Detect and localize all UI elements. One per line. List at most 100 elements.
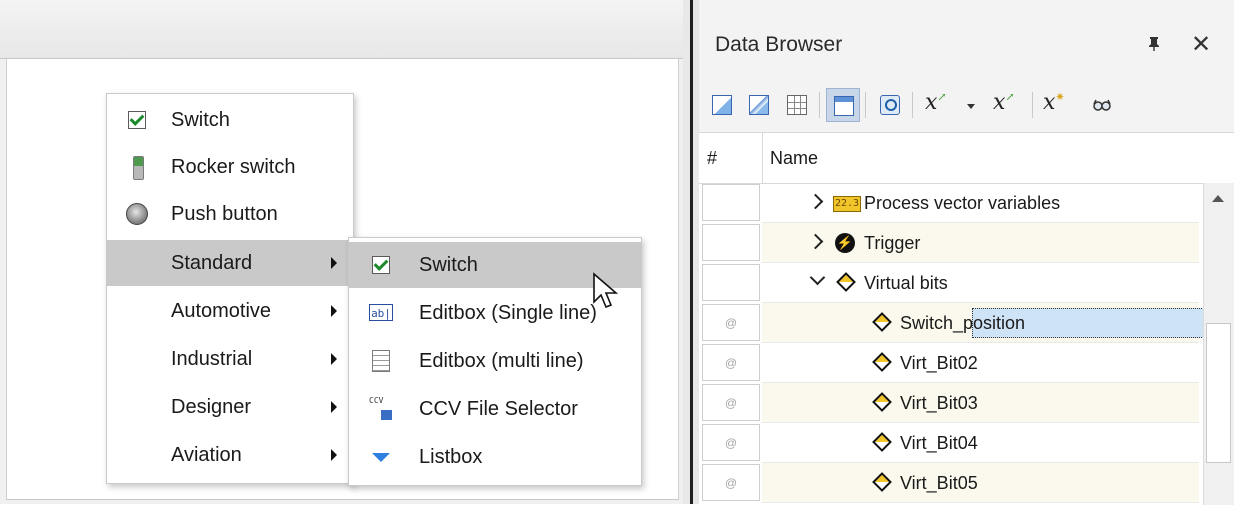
splitter-line [690, 0, 693, 504]
virtual-bit-icon [872, 312, 894, 334]
virtual-bit-icon [836, 272, 858, 294]
editbox-single-icon: ab| [369, 301, 393, 325]
column-header-number[interactable]: # [707, 148, 717, 169]
toolbar-separator [819, 92, 820, 118]
ccv-file-icon: CCV [369, 397, 393, 421]
rocker-switch-icon [125, 155, 149, 180]
menu-item-automotive[interactable]: Automotive [107, 288, 353, 334]
menu-item-label: Industrial [171, 347, 253, 370]
push-button-icon [125, 202, 149, 226]
toolbar-separator [865, 92, 866, 118]
tree-row-virtual-bits[interactable]: Virtual bits [699, 263, 1199, 303]
tree-row-virt-bit05[interactable]: @ Virt_Bit05 [699, 463, 1199, 503]
formula-new-icon: x✷ [1043, 90, 1065, 115]
menu-item-label: Push button [171, 202, 278, 225]
view-icon [834, 96, 854, 116]
tree-item-label: Trigger [864, 233, 921, 253]
expand-chevron-icon[interactable] [807, 193, 824, 210]
pin-icon[interactable] [1147, 36, 1161, 57]
row-number-cell [702, 264, 760, 301]
submenu-item-label: Listbox [419, 445, 483, 468]
row-number-cell: @ [702, 384, 760, 421]
curve-window-multi-icon [749, 95, 769, 115]
data-browser-panel: Data Browser ✕ x↗ x↗ x✷ # Name 22.3 Proc… [699, 0, 1234, 505]
submenu-item-editbox-multi[interactable]: Editbox (multi line) [349, 338, 641, 384]
menu-item-switch[interactable]: Switch [107, 97, 353, 143]
vertical-scrollbar[interactable] [1203, 183, 1234, 505]
menu-item-label: Rocker switch [171, 155, 296, 178]
glasses-button[interactable] [1085, 88, 1119, 122]
row-name-cell: Virtual bits [762, 263, 1199, 303]
row-name-cell: Virt_Bit02 [762, 343, 1199, 383]
expand-chevron-icon[interactable] [807, 233, 824, 250]
row-name-cell: Virt_Bit04 [762, 423, 1199, 463]
row-number-cell: @ [702, 344, 760, 381]
menu-item-industrial[interactable]: Industrial [107, 336, 353, 382]
tree-row-virt-bit02[interactable]: @ Virt_Bit02 [699, 343, 1199, 383]
row-name-cell: Virt_Bit03 [762, 383, 1199, 423]
submenu-arrow-icon [331, 353, 337, 365]
tree-item-label: Process vector variables [864, 193, 1061, 213]
menu-item-designer[interactable]: Designer [107, 384, 353, 430]
formula-add-icon: x↗ [925, 90, 947, 115]
tree-row-virt-bit04[interactable]: @ Virt_Bit04 [699, 423, 1199, 463]
row-name-cell: Switch_position [762, 303, 1234, 343]
table-icon [787, 95, 807, 115]
curve-window-multi-button[interactable] [742, 88, 776, 122]
virtual-bit-icon [872, 472, 894, 494]
formula-new-button[interactable]: x✷ [1039, 88, 1073, 122]
tree-row-virt-bit03[interactable]: @ Virt_Bit03 [699, 383, 1199, 423]
row-number-cell: @ [702, 304, 760, 341]
formula-edit-icon: x↗ [993, 90, 1015, 115]
collapse-chevron-icon[interactable] [809, 269, 826, 286]
submenu-arrow-icon [331, 401, 337, 413]
tree-row-process-vector[interactable]: 22.3 Process vector variables [699, 183, 1199, 223]
column-divider[interactable] [762, 133, 763, 183]
checkbox-checked-icon [125, 108, 149, 132]
submenu-item-label: Editbox (Single line) [419, 301, 597, 324]
formula-add-button[interactable]: x↗ [921, 88, 977, 122]
menu-item-label: Aviation [171, 443, 242, 466]
grid-header: # Name [699, 133, 1234, 184]
close-icon[interactable]: ✕ [1191, 30, 1211, 59]
menu-item-push-button[interactable]: Push button [107, 191, 353, 237]
row-number-cell [702, 224, 760, 261]
submenu-item-label: CCV File Selector [419, 397, 578, 420]
data-browser-toolbar: x↗ x↗ x✷ [699, 80, 1234, 132]
listbox-icon [369, 445, 393, 469]
tree-row-switch-position[interactable]: @ Switch_position [699, 303, 1234, 343]
glasses-icon [1093, 99, 1111, 111]
trigger-icon: ⚡ [835, 233, 855, 253]
menu-item-label: Designer [171, 395, 252, 418]
scrollbar-thumb[interactable] [1206, 323, 1231, 463]
row-name-cell: ⚡ Trigger [762, 223, 1199, 263]
tree-row-trigger[interactable]: ⚡ Trigger [699, 223, 1199, 263]
toolbar-separator [912, 92, 913, 118]
curve-window-button[interactable] [705, 88, 739, 122]
tree-item-label: Virtual bits [864, 273, 948, 293]
variables-tree-grid: # Name 22.3 Process vector variables ⚡ T… [699, 132, 1234, 505]
search-button[interactable] [873, 88, 907, 122]
pane-splitter[interactable] [683, 0, 699, 504]
submenu-arrow-icon [331, 305, 337, 317]
menu-item-standard[interactable]: Standard [107, 240, 353, 286]
search-icon [880, 95, 900, 115]
view-button[interactable] [826, 88, 860, 122]
panel-title: Data Browser [715, 33, 843, 56]
menu-item-aviation[interactable]: Aviation [107, 432, 353, 478]
virtual-bit-icon [872, 432, 894, 454]
row-name-cell: 22.3 Process vector variables [762, 183, 1199, 223]
submenu-item-listbox[interactable]: Listbox [349, 434, 641, 480]
submenu-item-ccv-file-selector[interactable]: CCV CCV File Selector [349, 386, 641, 432]
tree-item-label: Switch_position [900, 313, 1026, 333]
formula-edit-button[interactable]: x↗ [989, 88, 1023, 122]
tree-item-label: Virt_Bit02 [900, 353, 978, 373]
submenu-item-label: Switch [419, 253, 478, 276]
table-button[interactable] [780, 88, 814, 122]
menu-item-rocker-switch[interactable]: Rocker switch [107, 144, 353, 190]
scroll-up-arrow-icon[interactable] [1212, 195, 1224, 202]
virtual-bit-icon [872, 352, 894, 374]
column-header-name[interactable]: Name [770, 148, 818, 169]
tree-item-label: Virt_Bit05 [900, 473, 978, 493]
virtual-bit-icon [872, 392, 894, 414]
